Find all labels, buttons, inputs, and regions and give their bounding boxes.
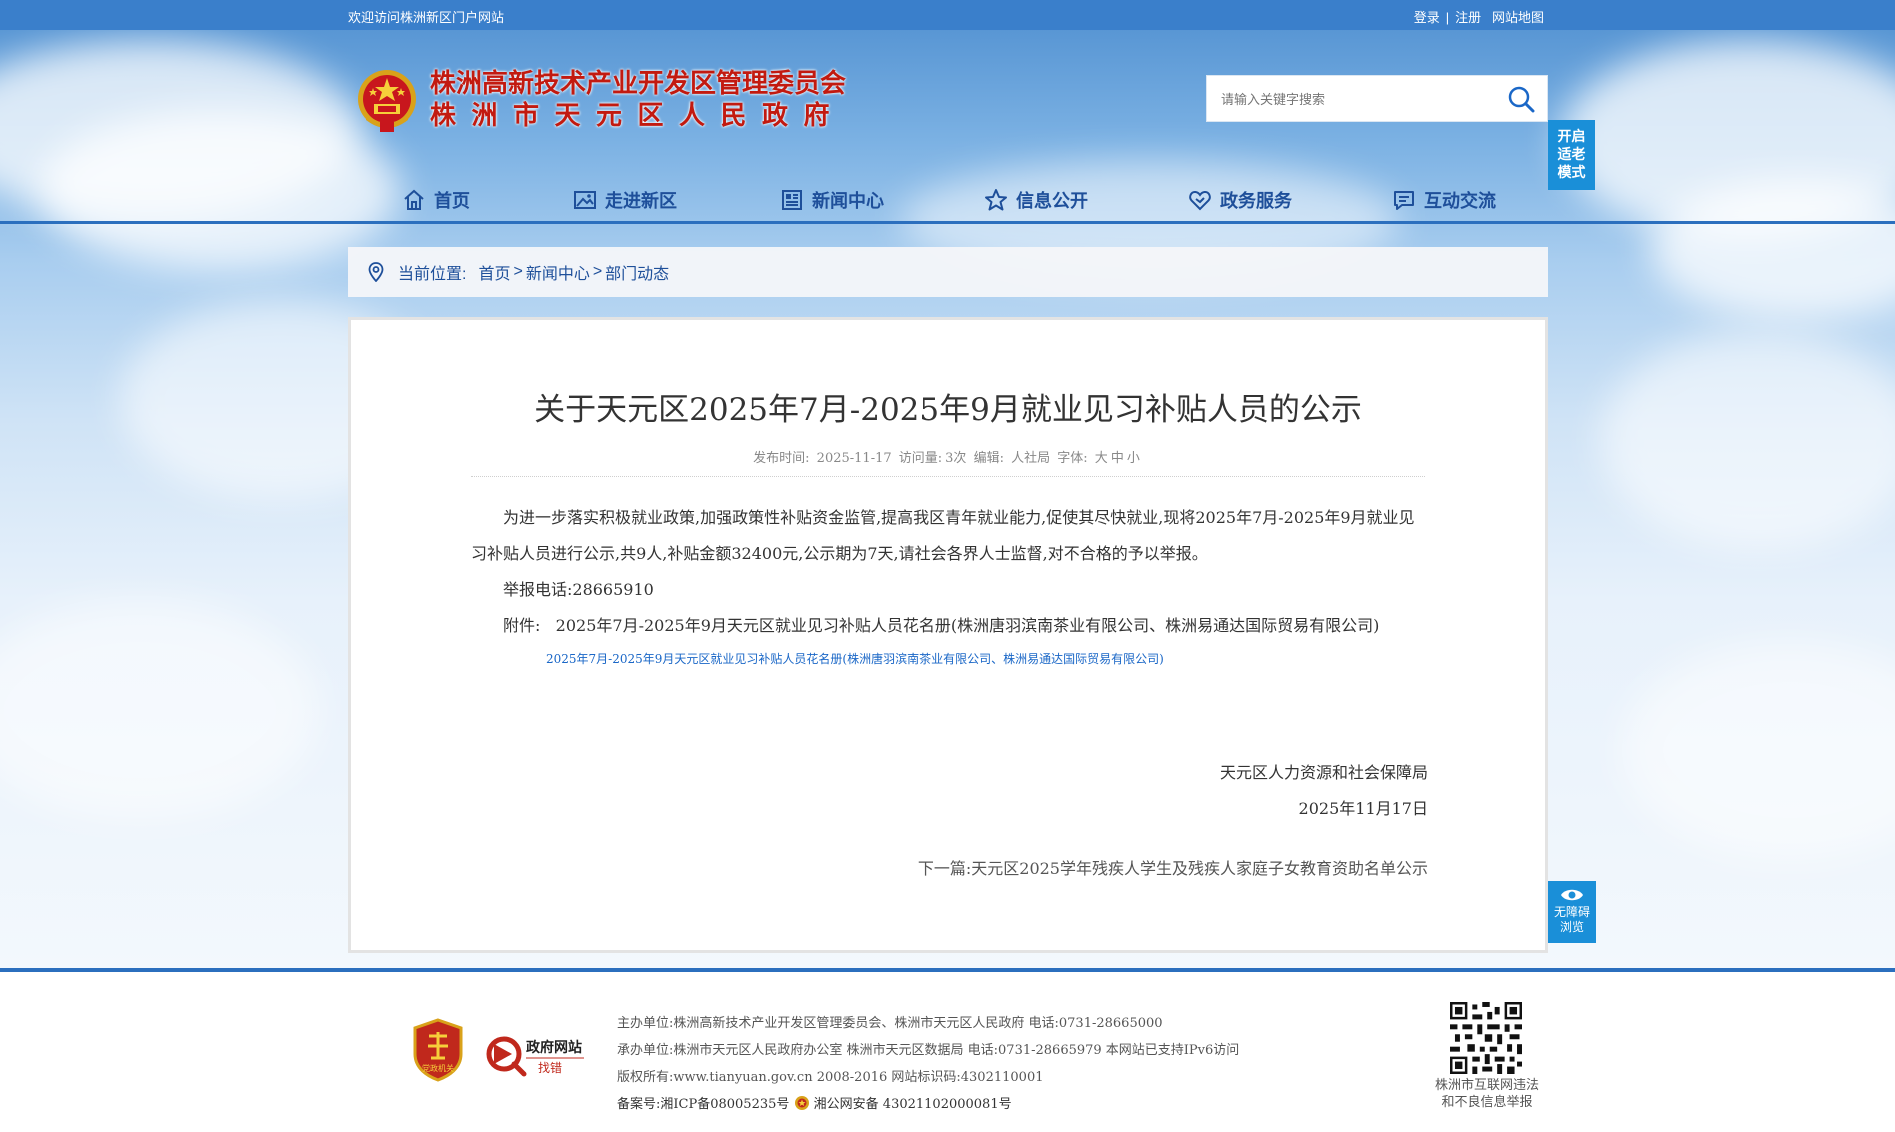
heart-icon [1189, 190, 1211, 211]
breadcrumb-news[interactable]: 新闻中心 [526, 260, 590, 284]
breadcrumb-separator: > [592, 263, 603, 280]
chat-icon [1394, 191, 1414, 210]
footer-info: 主办单位:株洲高新技术产业开发区管理委员会、株洲市天元区人民政府 电话:0731… [617, 1010, 1239, 1118]
police-record[interactable]: 湘公网安备 43021102000081号 [814, 1097, 1012, 1112]
signature-date: 2025年11月17日 [1298, 799, 1428, 818]
article-body: 为进一步落实积极就业政策,加强政策性补贴资金监管,提高我区青年就业能力,促使其尽… [471, 500, 1425, 672]
qr-caption-line-2: 和不良信息举报 [1441, 1095, 1533, 1110]
elder-mode-text-2: 适老 [1557, 147, 1586, 163]
search-icon[interactable] [1507, 85, 1535, 113]
font-size-medium[interactable]: 中 [1111, 451, 1124, 466]
site-title-line-2: 株洲市天元区人民政府 [430, 101, 846, 131]
breadcrumb-label: 当前位置: [398, 266, 467, 283]
next-article[interactable]: 下一篇:天元区2025学年残疾人学生及残疾人家庭子女教育资助名单公示 [918, 855, 1428, 879]
accessibility-button[interactable]: 无障碍 浏览 [1548, 881, 1596, 943]
footer-organizer: 承办单位:株洲市天元区人民政府办公室 株洲市天元区数据局 电话:0731-286… [617, 1043, 1240, 1058]
nav-label: 走进新区 [605, 191, 677, 212]
breadcrumb-dept-news[interactable]: 部门动态 [605, 260, 669, 284]
nav-divider [0, 221, 1895, 224]
font-size-label: 字体: [1057, 451, 1088, 466]
article-panel: 关于天元区2025年7月-2025年9月就业见习补贴人员的公示 发布时间: 20… [348, 317, 1548, 953]
register-link[interactable]: 注册 [1455, 10, 1481, 25]
font-size-small[interactable]: 小 [1127, 451, 1140, 466]
signature-org: 天元区人力资源和社会保障局 [1219, 763, 1428, 782]
visit-count: 3次 [945, 451, 967, 466]
report-phone: 举报电话:28665910 [503, 580, 654, 599]
qr-caption: 株洲市互联网违法 和不良信息举报 [1420, 1077, 1554, 1111]
attachment-download-link[interactable]: 2025年7月-2025年9月天元区就业见习补贴人员花名册(株洲唐羽滨南茶业有限… [546, 646, 1425, 672]
top-bar: 欢迎访问株洲新区门户网站 登录 | 注册 网站地图 [0, 0, 1895, 30]
breadcrumb-separator: > [513, 263, 523, 280]
badge2-line1: 政府网站 [526, 1039, 582, 1056]
nav-label: 首页 [434, 191, 470, 212]
nav-label: 新闻中心 [812, 191, 884, 212]
footer-copyright: 版权所有:www.tianyuan.gov.cn 2008-2016 网站标识码… [617, 1070, 1044, 1085]
visits-label: 访问量: [898, 451, 943, 466]
article-paragraph: 为进一步落实积极就业政策,加强政策性补贴资金监管,提高我区青年就业能力,促使其尽… [471, 508, 1415, 563]
attachment-name: 2025年7月-2025年9月天元区就业见习补贴人员花名册(株洲唐羽滨南茶业有限… [555, 616, 1380, 635]
article-meta: 发布时间: 2025-11-17 访问量: 3次 编辑: 人社局 字体: 大中小 [351, 447, 1545, 466]
icp-record[interactable]: 备案号:湘ICP备08005235号 [617, 1097, 789, 1112]
accessibility-text-2: 浏览 [1559, 920, 1584, 934]
nav-item-news[interactable]: 新闻中心 [780, 186, 884, 214]
breadcrumb: 当前位置: 首页 > 新闻中心 > 部门动态 [348, 247, 1548, 297]
nav-item-info[interactable]: 信息公开 [984, 186, 1088, 214]
publish-date: 2025-11-17 [816, 451, 892, 466]
elder-mode-text-1: 开启 [1557, 129, 1586, 145]
title-divider [471, 476, 1425, 477]
site-title-line-1: 株洲高新技术产业开发区管理委员会 [430, 69, 847, 99]
sitemap-link[interactable]: 网站地图 [1492, 10, 1544, 25]
star-icon [985, 189, 1007, 211]
breadcrumb-home[interactable]: 首页 [478, 260, 510, 284]
nav-item-about[interactable]: 走进新区 [573, 186, 677, 214]
picture-icon [574, 191, 596, 209]
nav-item-services[interactable]: 政务服务 [1188, 186, 1292, 214]
article-title: 关于天元区2025年7月-2025年9月就业见习补贴人员的公示 [534, 392, 1362, 428]
national-emblem-icon[interactable] [356, 68, 418, 134]
location-icon [368, 262, 384, 282]
nav-label: 信息公开 [1016, 191, 1088, 212]
newspaper-icon [782, 190, 802, 210]
eye-icon [1561, 889, 1583, 901]
search-box [1206, 75, 1548, 122]
main-nav: 首页 走进新区 新闻中心 信息公开 政务服务 互动交流 [0, 178, 1895, 222]
divider: | [1445, 10, 1450, 25]
login-link[interactable]: 登录 [1414, 10, 1440, 25]
attachment-label: 附件: [503, 616, 541, 635]
article-signature: 天元区人力资源和社会保障局 2025年11月17日 [1220, 755, 1428, 827]
editor-label: 编辑: [973, 451, 1004, 466]
next-article-title[interactable]: 天元区2025学年残疾人学生及残疾人家庭子女教育资助名单公示 [971, 859, 1428, 878]
home-icon [404, 189, 424, 210]
nav-item-home[interactable]: 首页 [402, 186, 470, 214]
qr-code-icon[interactable] [1450, 1002, 1522, 1074]
attachment-line: 附件: 2025年7月-2025年9月天元区就业见习补贴人员花名册(株洲唐羽滨南… [471, 608, 1425, 644]
nav-item-interaction[interactable]: 互动交流 [1392, 186, 1496, 214]
search-input[interactable] [1221, 88, 1491, 110]
next-label: 下一篇: [917, 859, 972, 878]
badge1-text: 党政机关 [422, 1063, 454, 1073]
nav-label: 政务服务 [1220, 191, 1292, 212]
top-links: 登录 | 注册 网站地图 [1414, 7, 1544, 26]
footer-sponsor: 主办单位:株洲高新技术产业开发区管理委员会、株洲市天元区人民政府 电话:0731… [617, 1016, 1163, 1031]
editor-name: 人社局 [1011, 451, 1051, 466]
police-badge-icon [794, 1096, 809, 1110]
site-title[interactable]: 株洲高新技术产业开发区管理委员会 株洲市天元区人民政府 [430, 68, 846, 132]
qr-caption-line-1: 株洲市互联网违法 [1434, 1078, 1539, 1093]
badge2-line2: 找错 [538, 1061, 562, 1075]
date-label: 发布时间: [753, 451, 810, 466]
nav-label: 互动交流 [1424, 191, 1496, 212]
font-size-large[interactable]: 大 [1095, 451, 1108, 466]
footer-record: 备案号:湘ICP备08005235号 湘公网安备 43021102000081号 [617, 1091, 1239, 1118]
party-government-badge-icon[interactable]: 党政机关 [411, 1018, 465, 1082]
welcome-text: 欢迎访问株洲新区门户网站 [348, 10, 505, 25]
gov-site-error-report-icon[interactable]: 政府网站 找错 [486, 1032, 586, 1078]
accessibility-text-1: 无障碍 [1553, 905, 1590, 919]
